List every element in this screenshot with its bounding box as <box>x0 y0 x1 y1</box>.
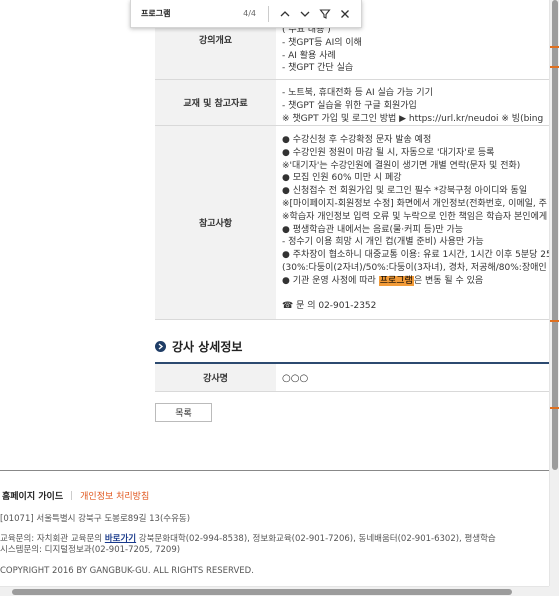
materials-link-line[interactable]: ※ 챗GPT 가입 및 로그인 방법 ▶ https://url.kr/neud… <box>282 113 549 125</box>
footer-address: [01071] 서울특별시 강북구 도봉로89길 13(수유동) <box>0 514 191 524</box>
notes-line: ● 주차장이 협소하니 대중교통 이용: 유료 1시간, 1시간 이후 5분당 … <box>282 250 549 261</box>
find-bar-separator <box>268 5 269 22</box>
match-marker <box>550 66 559 68</box>
previous-match-button[interactable] <box>275 4 295 24</box>
privacy-policy-link[interactable]: 개인정보 처리방침 <box>80 489 149 502</box>
chevron-right-icon <box>155 341 166 352</box>
overview-line: - AI 활용 사례 <box>282 50 336 61</box>
instructor-row: 강사명 ○○○ <box>155 364 549 392</box>
notes-line: ● 평생학습관 내에서는 음료(물·커피 등)만 가능 <box>282 224 464 235</box>
notes-blank-line <box>282 288 549 301</box>
course-info-table: 강의개요 ( 주요 내용 ) - 챗GPT등 AI의 이해 - AI 활용 사례… <box>155 0 549 320</box>
footer-divider <box>0 470 549 471</box>
notes-line: ※학습자 개인정보 입력 오류 및 누락으로 인한 책임은 학습자 본인에게 있 <box>282 211 549 222</box>
notes-value: ● 수강신청 후 수강확정 문자 발송 예정 ● 수강인원 정원이 마감 될 시… <box>276 126 549 319</box>
materials-line: - 노트북, 휴대전화 등 AI 실습 가능 기기 <box>282 88 433 98</box>
materials-row: 교재 및 참고자료 - 노트북, 휴대전화 등 AI 실습 가능 기기 - 챗G… <box>155 80 549 126</box>
materials-value: - 노트북, 휴대전화 등 AI 실습 가능 기기 - 챗GPT 실습을 위한 … <box>276 80 549 125</box>
find-bar: 프로그램 4/4 <box>130 0 362 28</box>
notes-line: ● 신청접수 전 회원가입 및 로그인 필수 *강북구청 아이디와 동일 <box>282 186 528 197</box>
chevron-up-icon <box>280 10 290 16</box>
instructor-value: ○○○ <box>282 373 309 384</box>
vertical-scrollbar[interactable] <box>549 0 559 586</box>
match-count: 4/4 <box>243 9 256 18</box>
close-find-button[interactable] <box>335 4 355 24</box>
next-match-button[interactable] <box>295 4 315 24</box>
site-guide-link[interactable]: 홈페이지 가이드 <box>2 489 63 502</box>
contact-suffix: 강북문화대학(02-994-8538), 정보화교육(02-901-7206),… <box>136 534 496 544</box>
chevron-down-icon <box>300 11 310 17</box>
vertical-scroll-thumb[interactable] <box>552 0 558 470</box>
horizontal-scrollbar[interactable] <box>0 586 549 596</box>
notes-line-highlight: ● 기관 운영 사정에 따라 프로그램은 변동 될 수 있음 <box>282 275 549 288</box>
notes-line: ※'대기자'는 수강인원에 결원이 생기면 개별 연락(문자 및 전화) <box>282 160 521 171</box>
instructor-section-title: 강사 상세정보 <box>172 340 243 354</box>
footer-link-divider: | <box>70 490 74 501</box>
notes-line: ※[마이페이지-회원정보 수정] 화면에서 개인정보(전화번호, 이메일, 주 <box>282 198 547 209</box>
instructor-label: 강사명 <box>155 364 276 391</box>
notes-line-prefix: ● 기관 운영 사정에 따라 <box>282 275 379 286</box>
overview-line: - 챗GPT등 AI의 이해 <box>282 37 362 48</box>
instructor-section-header: 강사 상세정보 <box>155 338 242 355</box>
horizontal-scroll-thumb[interactable] <box>12 589 512 595</box>
footer-copyright: COPYRIGHT 2016 BY GANGBUK-GU. ALL RIGHTS… <box>0 566 254 576</box>
materials-line: - 챗GPT 실습을 위한 구글 회원가입 <box>282 100 417 111</box>
filter-icon <box>319 8 331 19</box>
scrollbar-corner <box>549 586 559 596</box>
search-highlight: 프로그램 <box>378 275 414 286</box>
notes-line: (30%:다둥이(2자녀)/50%:다둥이(3자녀), 경차, 저공해/80%:… <box>282 262 547 273</box>
match-marker <box>550 407 559 409</box>
overview-line: - 챗GPT 간단 실습 <box>282 63 354 74</box>
notes-phone-line: ☎ 문 의 02-901-2352 <box>282 301 377 312</box>
materials-label: 교재 및 참고자료 <box>155 80 276 125</box>
footer-links: 홈페이지 가이드 | 개인정보 처리방침 <box>2 489 149 503</box>
notes-line: - 정수기 이용 희망 시 개인 컵(개별 준비) 사용만 가능 <box>282 237 484 248</box>
footer-contact-system: 시스템문의: 디지털정보과(02-901-7205, 7209) <box>0 545 181 555</box>
match-marker <box>550 320 559 322</box>
page-content: 강의개요 ( 주요 내용 ) - 챗GPT등 AI의 이해 - AI 활용 사례… <box>0 0 549 586</box>
match-marker <box>550 46 559 48</box>
notes-line: ● 수강신청 후 수강확정 문자 발송 예정 <box>282 135 432 145</box>
notes-line: ● 수강인원 정원이 마감 될 시, 자동으로 '대기자'로 등록 <box>282 147 495 158</box>
notes-row: 참고사항 ● 수강신청 후 수강확정 문자 발송 예정 ● 수강인원 정원이 마… <box>155 126 549 320</box>
notes-line-suffix: 은 변동 될 수 있음 <box>413 275 484 286</box>
close-icon <box>341 9 349 18</box>
instructor-table: 강사명 ○○○ <box>155 362 549 392</box>
list-button[interactable]: 목록 <box>155 403 212 422</box>
notes-line: ● 모집 인원 60% 미만 시 폐강 <box>282 173 402 184</box>
find-input[interactable]: 프로그램 <box>141 8 243 19</box>
notes-label: 참고사항 <box>155 126 276 319</box>
filter-button[interactable] <box>315 4 335 24</box>
